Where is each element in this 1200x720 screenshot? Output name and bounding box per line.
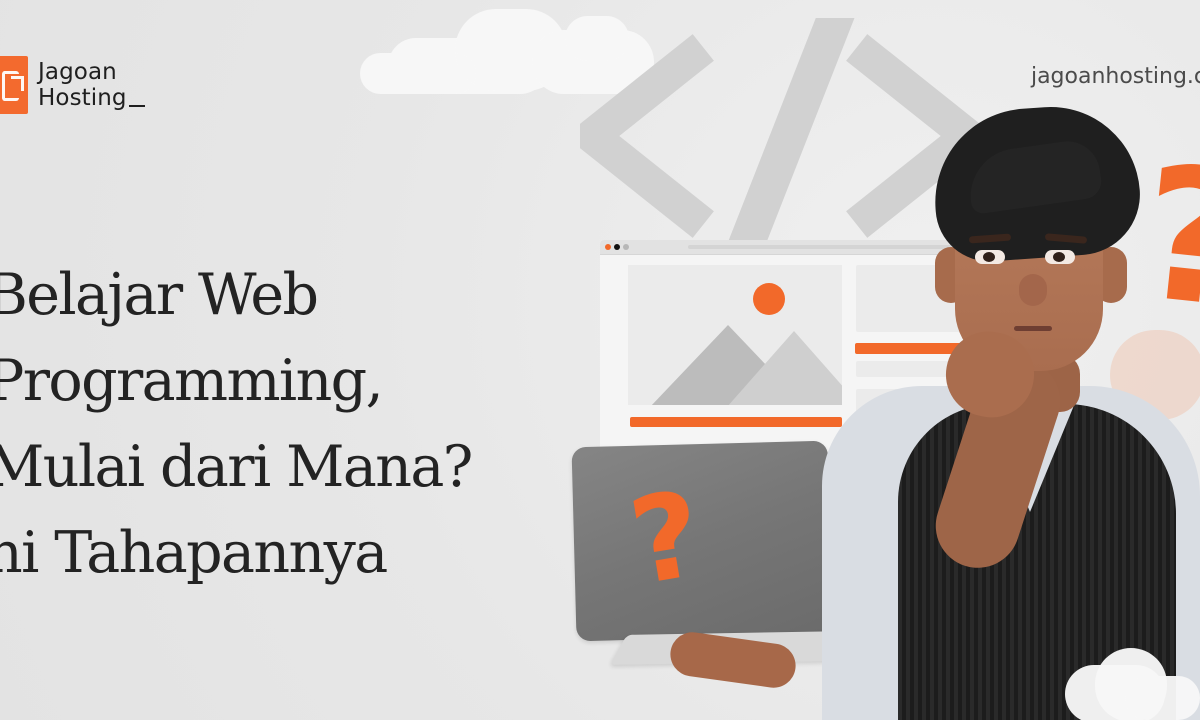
laptop-icon: ?: [571, 440, 833, 642]
thinking-person-image: [810, 104, 1200, 720]
jagoan-hosting-logo[interactable]: Jagoan Hosting: [0, 56, 145, 114]
logo-mark-icon: [0, 56, 28, 114]
logo-cursor-underscore: [128, 105, 145, 108]
headline-line-1: Belajar Web: [0, 262, 319, 328]
headline-line-2: Programming,: [0, 348, 384, 414]
person-eye: [975, 250, 1005, 264]
logo-line-2: Hosting: [38, 85, 127, 111]
logo-line-2-wrapper: Hosting: [38, 85, 145, 111]
browser-dot: [614, 244, 620, 250]
browser-dot: [605, 244, 611, 250]
article-headline: Belajar Web Programming, Mulai dari Mana…: [0, 252, 586, 596]
article-banner: ? ? Jagoan Hosting jagoanhosting.c Belaj…: [0, 0, 1200, 720]
headline-line-3: Mulai dari Mana?: [0, 434, 473, 500]
top-center-cloud-part: [360, 53, 476, 94]
logo-text: Jagoan Hosting: [38, 59, 145, 112]
question-mark-icon: ?: [621, 464, 711, 611]
browser-dot: [623, 244, 629, 250]
website-url[interactable]: jagoanhosting.c: [1031, 64, 1200, 89]
person-eye: [1045, 250, 1075, 264]
bottom-right-cloud-part: [1125, 676, 1200, 720]
question-mark-glyph: ?: [620, 464, 712, 612]
person-nose: [1019, 274, 1047, 306]
person-mouth: [1014, 326, 1052, 331]
logo-line-1: Jagoan: [38, 58, 117, 85]
headline-line-4: ni Tahapannya: [0, 520, 388, 586]
sun-icon: [753, 283, 785, 315]
